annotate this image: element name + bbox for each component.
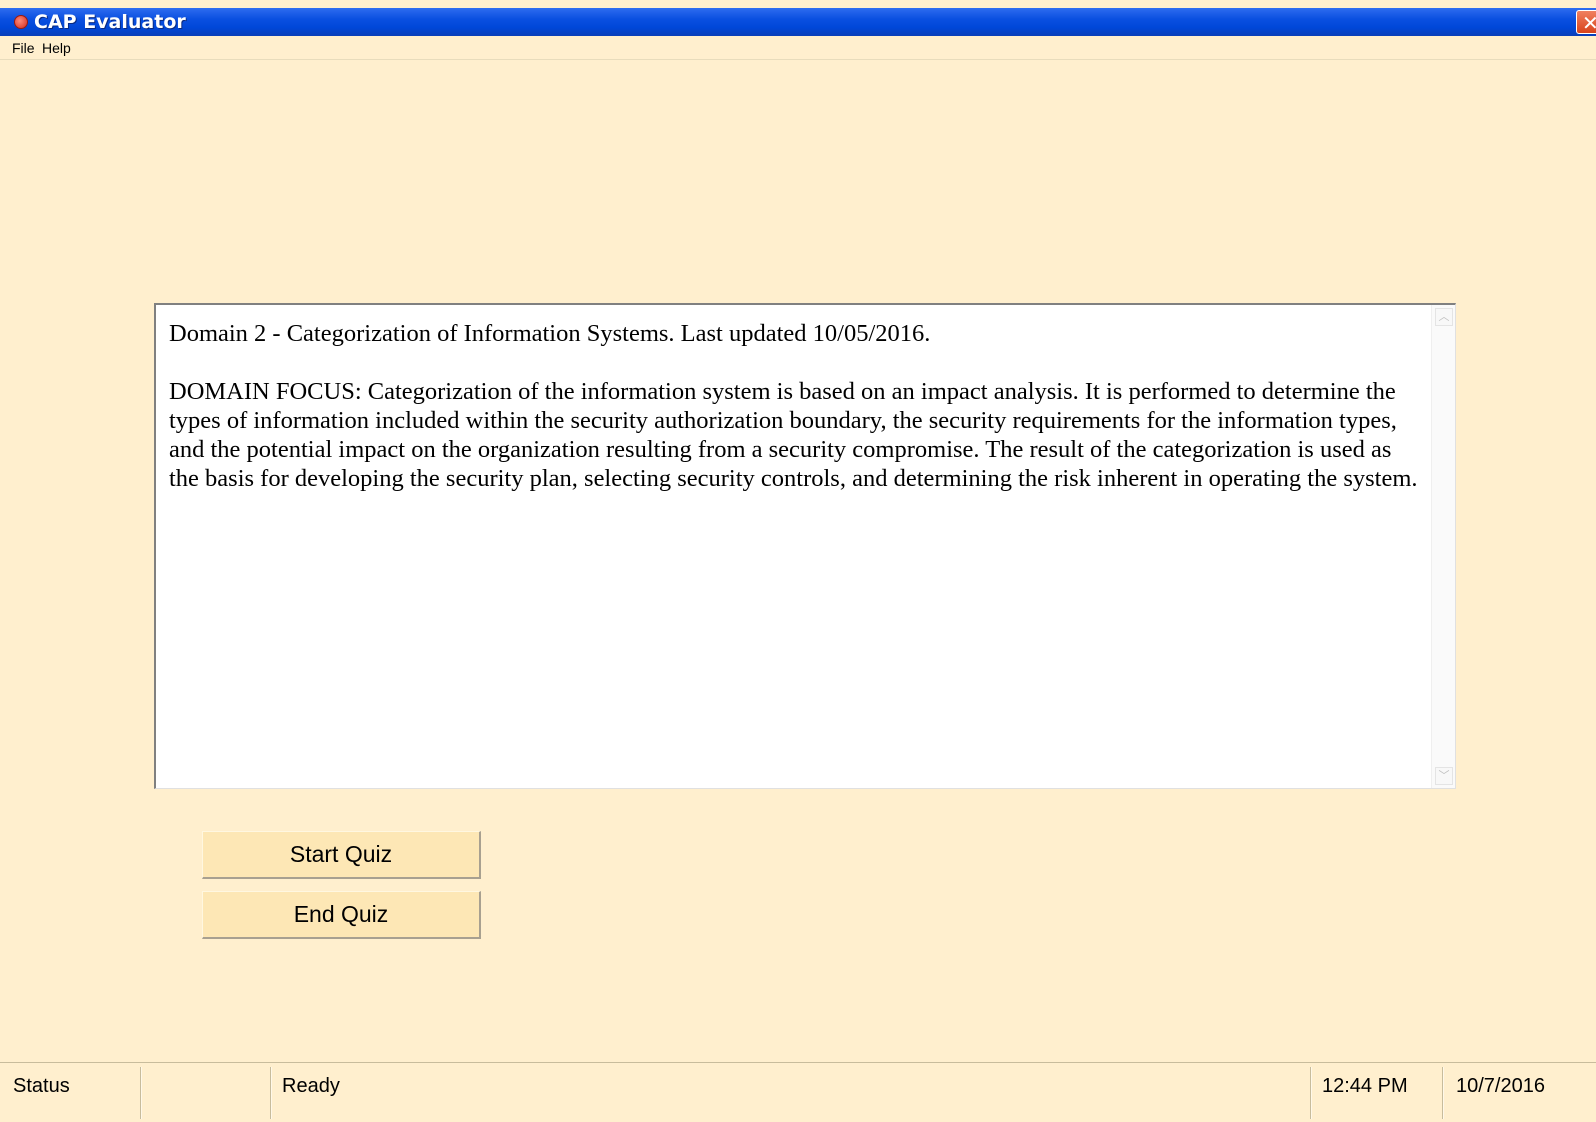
scroll-up-icon[interactable]: ︿ (1435, 308, 1453, 326)
domain-heading: Domain 2 - Categorization of Information… (169, 320, 931, 347)
domain-description-text: Domain 2 - Categorization of Information… (169, 319, 1419, 522)
close-icon: ✕ (1582, 11, 1596, 35)
close-button[interactable]: ✕ (1576, 10, 1596, 35)
menu-file[interactable]: File (12, 40, 35, 56)
status-divider (1442, 1067, 1444, 1119)
status-divider (1310, 1067, 1312, 1119)
status-date: 10/7/2016 (1456, 1075, 1545, 1097)
status-bar: Status Ready 12:44 PM 10/7/2016 (0, 1062, 1596, 1122)
start-quiz-button[interactable]: Start Quiz (202, 831, 481, 879)
end-quiz-button[interactable]: End Quiz (202, 891, 481, 939)
status-text: Ready (282, 1075, 340, 1097)
domain-focus-text: DOMAIN FOCUS: Categorization of the info… (169, 378, 1418, 492)
status-divider (270, 1067, 272, 1119)
menu-bar: File Help (0, 36, 1596, 60)
vertical-scrollbar[interactable]: ︿ ﹀ (1431, 305, 1455, 788)
app-window: CAP Evaluator ✕ File Help Domain 2 - Cat… (0, 0, 1596, 1122)
status-time: 12:44 PM (1322, 1075, 1408, 1097)
status-label: Status (13, 1075, 70, 1097)
status-divider (140, 1067, 142, 1119)
window-title: CAP Evaluator (34, 11, 186, 33)
menu-help[interactable]: Help (42, 40, 71, 56)
domain-description-textbox[interactable]: Domain 2 - Categorization of Information… (154, 303, 1456, 789)
title-bar[interactable]: CAP Evaluator ✕ (0, 8, 1596, 36)
scroll-down-icon[interactable]: ﹀ (1435, 767, 1453, 785)
app-icon (14, 15, 28, 29)
